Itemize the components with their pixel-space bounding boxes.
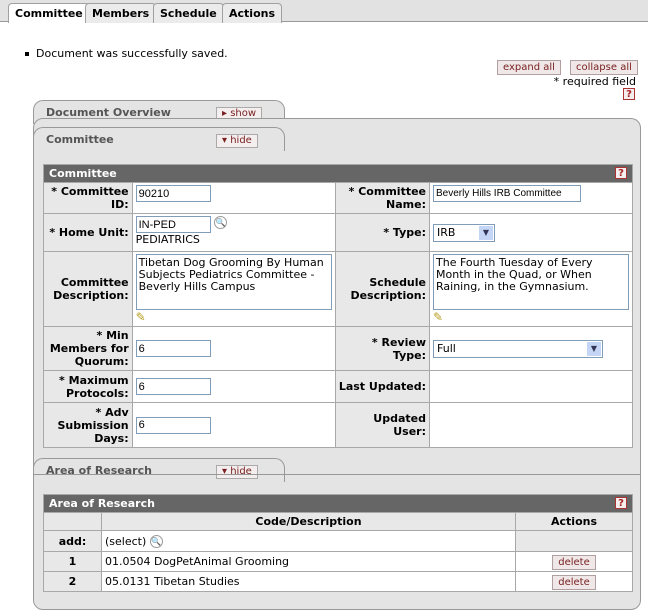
section-title: Area of Research [46, 464, 152, 477]
tab-actions[interactable]: Actions [222, 3, 282, 23]
help-icon[interactable]: ? [615, 167, 627, 179]
chevron-down-icon: ▼ [479, 225, 493, 240]
table-row: 1 01.0504 DogPetAnimal Grooming delete [43, 551, 633, 572]
updated-user-label: Updated User: [334, 402, 431, 448]
expand-editor-icon[interactable]: ✎ [433, 310, 443, 324]
row-number: 1 [43, 551, 102, 572]
success-message: Document was successfully saved. [25, 47, 228, 60]
add-label: add: [43, 530, 102, 552]
expand-editor-icon[interactable]: ✎ [136, 310, 146, 324]
type-select[interactable]: IRB ▼ [433, 223, 495, 242]
adv-submission-days-label: * Adv Submission Days: [43, 402, 133, 448]
committee-name-label: * Committee Name: [334, 182, 431, 214]
tab-committee[interactable]: Committee [8, 3, 90, 23]
committee-description-label: Committee Description: [43, 251, 133, 327]
divider [34, 474, 640, 475]
home-unit-input[interactable] [135, 216, 211, 233]
section-tab-committee: Committee ▾ hide [33, 127, 285, 151]
research-header: Area of Research? [43, 494, 633, 513]
actions-header: Actions [515, 512, 633, 531]
area-of-research-table: Area of Research? Code/Description Actio… [43, 494, 633, 592]
research-code: 05.0131 Tibetan Studies [101, 571, 516, 592]
research-code: 01.0504 DogPetAnimal Grooming [101, 551, 516, 572]
delete-button[interactable]: delete [552, 555, 596, 570]
select-research-link[interactable]: (select) [105, 535, 146, 548]
section-title: Committee [46, 133, 114, 146]
type-label: * Type: [334, 213, 431, 252]
adv-submission-days-input[interactable] [135, 416, 211, 434]
review-type-select[interactable]: Full ▼ [433, 339, 603, 358]
search-icon[interactable]: 🔍 [214, 216, 228, 229]
max-protocols-label: * Maximum Protocols: [43, 370, 133, 403]
section-tab-area-of-research: Area of Research ▾ hide [33, 458, 285, 482]
home-unit-label: * Home Unit: [43, 213, 133, 252]
chevron-down-icon: ▼ [587, 341, 601, 356]
hide-button[interactable]: ▾ hide [216, 465, 258, 479]
committee-id-label: * Committee ID: [43, 182, 133, 214]
tab-schedule[interactable]: Schedule [153, 3, 224, 23]
committee-name-input[interactable] [433, 185, 581, 202]
required-field-note: * required field [553, 75, 636, 88]
committee-description-input[interactable]: Tibetan Dog Grooming By Human Subjects P… [135, 254, 332, 310]
tab-members[interactable]: Members [85, 3, 157, 23]
schedule-description-input[interactable]: The Fourth Tuesday of Every Month in the… [433, 254, 629, 310]
schedule-description-label: Schedule Description: [334, 251, 431, 327]
last-updated-value [429, 370, 633, 403]
help-icon[interactable]: ? [623, 88, 635, 100]
updated-user-value [429, 402, 633, 448]
max-protocols-input[interactable] [135, 378, 211, 395]
search-icon[interactable]: 🔍 [149, 534, 163, 548]
collapse-all-button[interactable]: collapse all [570, 60, 638, 75]
review-type-label: * Review Type: [334, 326, 431, 371]
delete-button[interactable]: delete [552, 575, 596, 590]
last-updated-label: Last Updated: [334, 370, 431, 403]
home-unit-name: PEDIATRICS [135, 233, 200, 246]
committee-id-input[interactable] [135, 185, 211, 202]
min-quorum-input[interactable] [135, 340, 211, 357]
table-row: 2 05.0131 Tibetan Studies delete [43, 571, 633, 592]
add-actions-cell [515, 530, 633, 552]
hide-label: hide [230, 466, 252, 477]
code-description-header: Code/Description [101, 512, 516, 531]
committee-header: Committee? [43, 164, 633, 183]
help-icon[interactable]: ? [615, 497, 627, 509]
hide-button[interactable]: ▾ hide [216, 134, 258, 148]
expand-all-button[interactable]: expand all [497, 60, 561, 75]
min-quorum-label: * Min Members for Quorum: [43, 326, 133, 371]
hide-label: hide [230, 135, 252, 146]
tab-bar: Committee Members Schedule Actions [0, 0, 648, 23]
row-number-header [43, 512, 102, 531]
row-number: 2 [43, 571, 102, 592]
committee-table: Committee? * Committee ID: * Committee N… [43, 164, 633, 448]
